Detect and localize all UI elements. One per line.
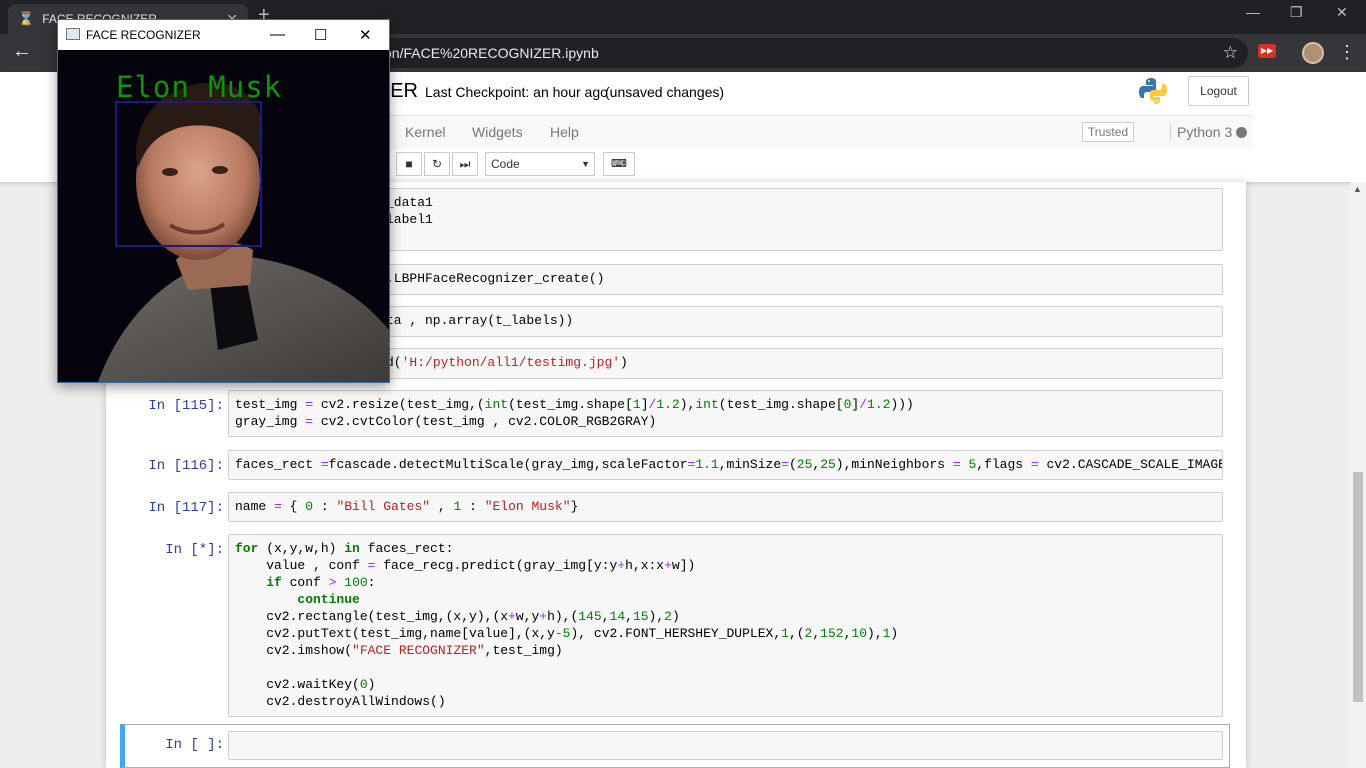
back-arrow-icon[interactable]: ← <box>12 40 32 63</box>
menu-widgets[interactable]: Widgets <box>472 124 523 140</box>
close-icon[interactable]: ✕ <box>359 26 372 44</box>
python-logo-icon <box>1139 78 1167 104</box>
minimize-icon[interactable]: — <box>270 26 285 43</box>
kebab-menu-icon[interactable]: ⋮ <box>1338 42 1356 63</box>
kernel-name[interactable]: Python 3 <box>1170 124 1232 140</box>
cell-prompt: In [*]: <box>165 542 224 558</box>
code-line: .LBPHFaceRecognizer_create() <box>386 271 605 286</box>
close-window-icon[interactable]: ✕ <box>1336 4 1348 21</box>
page-scrollbar[interactable]: ▲ <box>1350 182 1366 768</box>
keyboard-icon[interactable]: ⌨ <box>603 152 635 176</box>
cell-prompt: In [115]: <box>148 398 224 414</box>
face-image: Elon Musk <box>58 50 389 382</box>
face-recognizer-window[interactable]: FACE RECOGNIZER — ☐ ✕ Elon Musk <box>57 19 390 383</box>
code-cell-115[interactable]: test_img = cv2.resize(test_img,(int(test… <box>228 390 1223 437</box>
trusted-badge[interactable]: Trusted <box>1082 122 1134 142</box>
code-token: ) <box>620 355 628 370</box>
stop-icon[interactable]: ■ <box>396 152 422 176</box>
detected-name-label: Elon Musk <box>116 70 283 104</box>
cell-type-select[interactable]: Code ▼ <box>485 152 595 176</box>
code-line: _data1 <box>386 195 433 210</box>
chevron-down-icon: ▼ <box>581 159 590 169</box>
scrollbar-thumb[interactable] <box>1353 472 1363 702</box>
code-line: d('H:/python/all1/testimg.jpg') <box>386 354 628 371</box>
youtube-extension-icon[interactable]: ▶▶ <box>1258 44 1276 58</box>
empty-code-input[interactable] <box>228 731 1223 760</box>
hourglass-icon: ⌛ <box>18 11 35 26</box>
maximize-icon[interactable]: ☐ <box>314 26 327 44</box>
minimize-icon[interactable]: — <box>1246 4 1260 20</box>
menu-kernel[interactable]: Kernel <box>405 124 445 140</box>
face-bounding-box <box>115 101 262 247</box>
code-line: ta , np.array(t_labels)) <box>386 313 574 328</box>
menu-help[interactable]: Help <box>550 124 579 140</box>
restart-icon[interactable]: ↻ <box>424 152 450 176</box>
selected-cell[interactable]: In [ ]: <box>120 724 1230 768</box>
cell-prompt: In [ ]: <box>165 737 224 753</box>
code-cell-117[interactable]: name = { 0 : "Bill Gates" , 1 : "Elon Mu… <box>228 492 1223 522</box>
url-text: on/FACE%20RECOGNIZER.ipynb <box>384 45 599 61</box>
window-titlebar[interactable]: FACE RECOGNIZER — ☐ ✕ <box>58 20 389 50</box>
fast-forward-icon[interactable]: ⏭ <box>452 152 478 176</box>
window-app-icon <box>66 28 80 40</box>
cell-prompt: In [117]: <box>148 500 224 516</box>
kernel-status-indicator <box>1236 127 1247 138</box>
cell-prompt: In [116]: <box>148 458 224 474</box>
profile-avatar[interactable] <box>1302 42 1324 64</box>
code-cell-116[interactable]: faces_rect =fcascade.detectMultiScale(gr… <box>228 450 1223 480</box>
unsaved-indicator: (unsaved changes) <box>605 84 725 100</box>
cell-type-value: Code <box>491 157 520 171</box>
code-line: label1 <box>386 212 433 227</box>
checkpoint-status: Last Checkpoint: an hour ago <box>425 84 608 100</box>
code-cell-running[interactable]: for (x,y,w,h) in faces_rect: value , con… <box>228 534 1223 717</box>
restore-icon[interactable]: ❐ <box>1290 4 1303 21</box>
logout-button[interactable]: Logout <box>1188 76 1249 106</box>
window-title: FACE RECOGNIZER <box>86 28 201 42</box>
bookmark-star-icon[interactable]: ☆ <box>1223 38 1238 68</box>
scroll-up-icon[interactable]: ▲ <box>1353 184 1362 194</box>
code-string: 'H:/python/all1/testimg.jpg' <box>401 355 621 370</box>
